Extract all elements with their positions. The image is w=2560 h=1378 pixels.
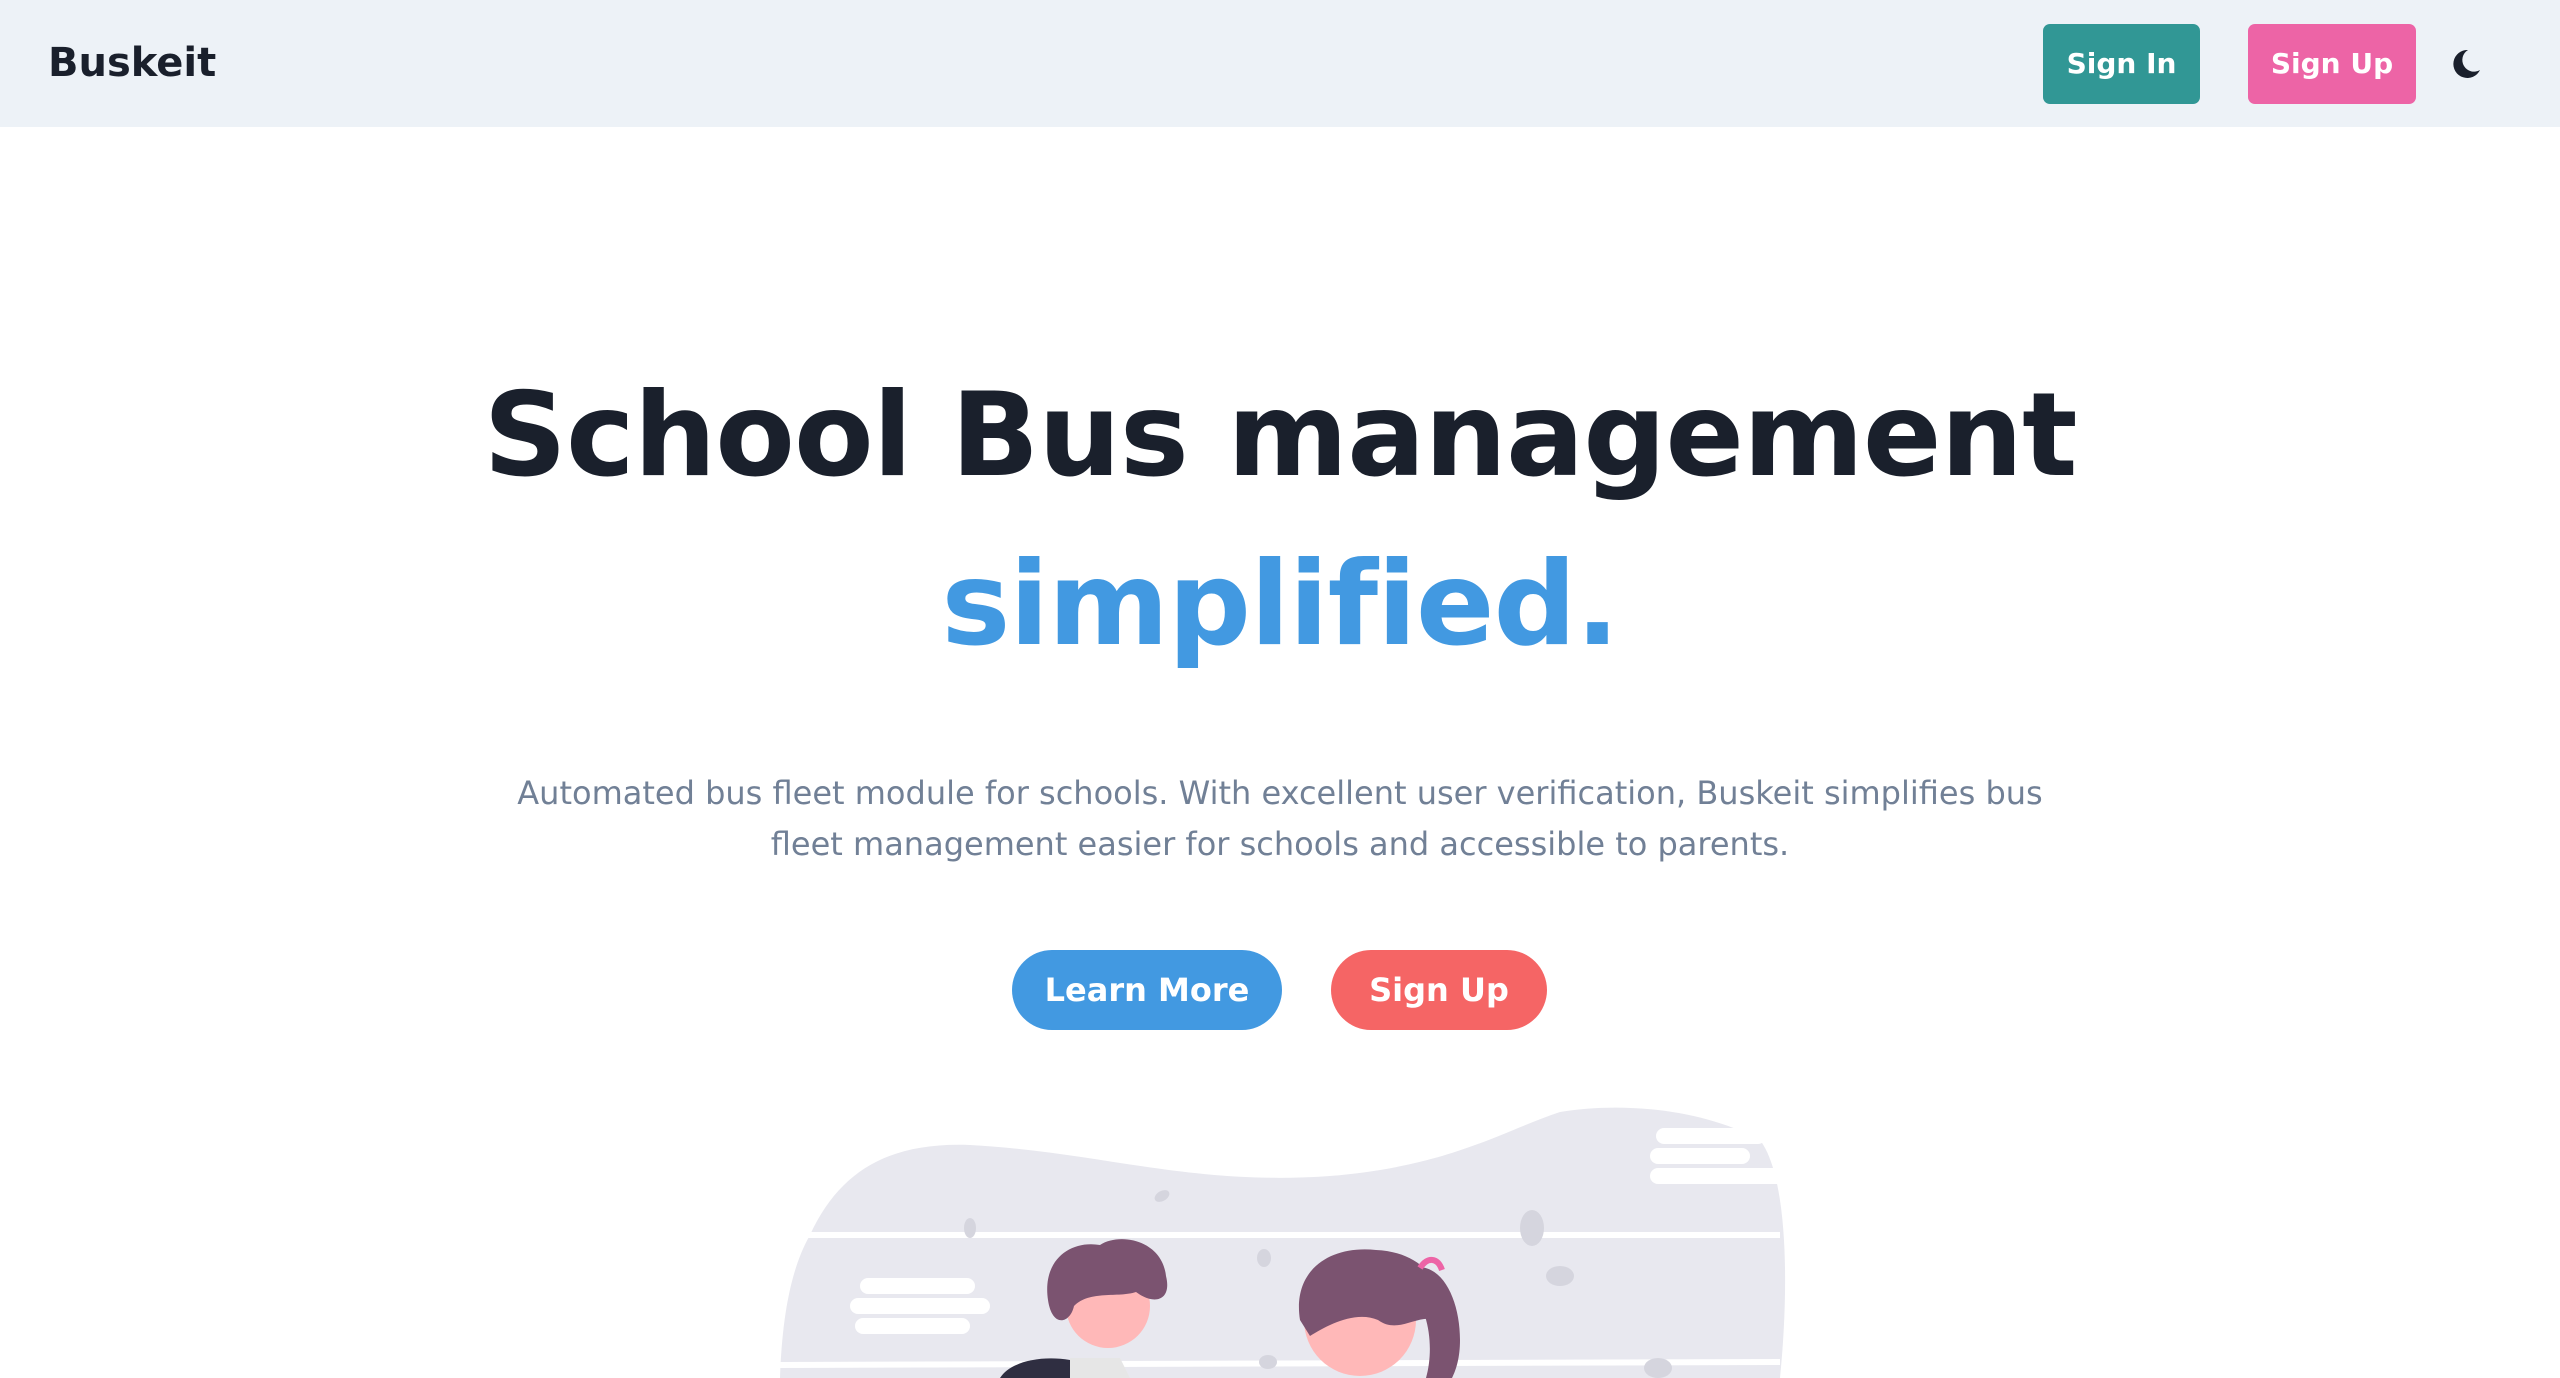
brand-logo[interactable]: Buskeit: [48, 38, 216, 88]
sign-up-button[interactable]: Sign Up: [2248, 24, 2416, 104]
navbar: Buskeit Sign In Sign Up: [0, 0, 2560, 127]
hero-title-highlight: simplified.: [941, 537, 1619, 672]
hero-sign-up-button[interactable]: Sign Up: [1331, 950, 1547, 1030]
theme-toggle-button[interactable]: [2446, 44, 2486, 84]
hero-description: Automated bus fleet module for schools. …: [517, 774, 2043, 863]
learn-more-button[interactable]: Learn More: [1012, 950, 1282, 1030]
school-kids-illustration: [779, 1107, 1790, 1378]
sign-in-button[interactable]: Sign In: [2043, 24, 2200, 104]
hero-title: School Bus management: [483, 368, 2077, 503]
moon-icon: [2453, 49, 2480, 78]
